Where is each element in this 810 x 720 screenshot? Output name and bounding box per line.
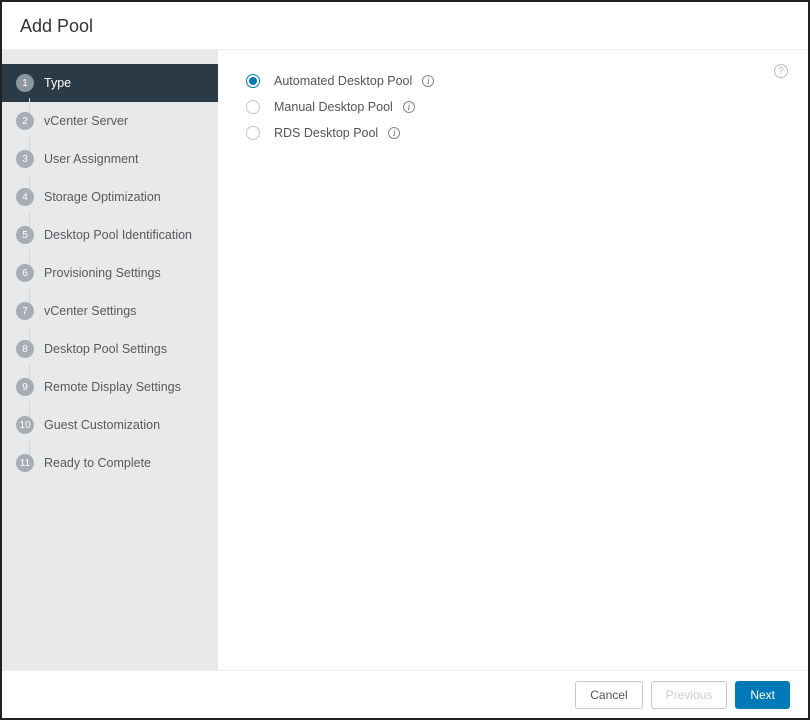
radio-manual-desktop-pool[interactable]: Manual Desktop Pool i <box>246 100 780 114</box>
sidebar-item-desktop-pool-settings[interactable]: 8 Desktop Pool Settings <box>2 330 218 368</box>
previous-button: Previous <box>651 681 728 709</box>
cancel-button[interactable]: Cancel <box>575 681 642 709</box>
radio-button[interactable] <box>246 100 260 114</box>
step-number: 4 <box>16 188 34 206</box>
wizard-sidebar: 1 Type 2 vCenter Server 3 User Assignmen… <box>2 50 218 670</box>
sidebar-item-vcenter-server[interactable]: 2 vCenter Server <box>2 102 218 140</box>
sidebar-item-guest-customization[interactable]: 10 Guest Customization <box>2 406 218 444</box>
radio-label: Automated Desktop Pool <box>274 74 412 88</box>
step-number: 2 <box>16 112 34 130</box>
sidebar-item-vcenter-settings[interactable]: 7 vCenter Settings <box>2 292 218 330</box>
step-number: 7 <box>16 302 34 320</box>
step-number: 9 <box>16 378 34 396</box>
help-icon[interactable]: ? <box>774 64 788 78</box>
sidebar-item-storage-optimization[interactable]: 4 Storage Optimization <box>2 178 218 216</box>
step-label: Guest Customization <box>44 418 160 432</box>
sidebar-item-desktop-pool-identification[interactable]: 5 Desktop Pool Identification <box>2 216 218 254</box>
sidebar-item-user-assignment[interactable]: 3 User Assignment <box>2 140 218 178</box>
sidebar-item-remote-display-settings[interactable]: 9 Remote Display Settings <box>2 368 218 406</box>
radio-label: Manual Desktop Pool <box>274 100 393 114</box>
sidebar-item-ready-to-complete[interactable]: 11 Ready to Complete <box>2 444 218 482</box>
step-label: Desktop Pool Settings <box>44 342 167 356</box>
step-label: User Assignment <box>44 152 138 166</box>
step-label: vCenter Settings <box>44 304 136 318</box>
radio-label: RDS Desktop Pool <box>274 126 378 140</box>
step-label: Type <box>44 76 71 90</box>
sidebar-item-type[interactable]: 1 Type <box>2 64 218 102</box>
dialog-footer: Cancel Previous Next <box>2 670 808 718</box>
step-label: Desktop Pool Identification <box>44 228 192 242</box>
dialog-header: Add Pool <box>2 2 808 50</box>
step-label: Storage Optimization <box>44 190 161 204</box>
dialog-title: Add Pool <box>20 16 790 37</box>
info-icon[interactable]: i <box>422 75 434 87</box>
next-button[interactable]: Next <box>735 681 790 709</box>
step-number: 6 <box>16 264 34 282</box>
info-icon[interactable]: i <box>403 101 415 113</box>
step-number: 10 <box>16 416 34 434</box>
radio-button[interactable] <box>246 126 260 140</box>
step-number: 3 <box>16 150 34 168</box>
step-label: Provisioning Settings <box>44 266 161 280</box>
info-icon[interactable]: i <box>388 127 400 139</box>
step-number: 5 <box>16 226 34 244</box>
step-number: 11 <box>16 454 34 472</box>
step-number: 1 <box>16 74 34 92</box>
radio-rds-desktop-pool[interactable]: RDS Desktop Pool i <box>246 126 780 140</box>
dialog-body: 1 Type 2 vCenter Server 3 User Assignmen… <box>2 50 808 670</box>
radio-automated-desktop-pool[interactable]: Automated Desktop Pool i <box>246 74 780 88</box>
step-label: vCenter Server <box>44 114 128 128</box>
sidebar-item-provisioning-settings[interactable]: 6 Provisioning Settings <box>2 254 218 292</box>
step-label: Remote Display Settings <box>44 380 181 394</box>
radio-button[interactable] <box>246 74 260 88</box>
step-number: 8 <box>16 340 34 358</box>
step-label: Ready to Complete <box>44 456 151 470</box>
wizard-content: ? Automated Desktop Pool i Manual Deskto… <box>218 50 808 670</box>
